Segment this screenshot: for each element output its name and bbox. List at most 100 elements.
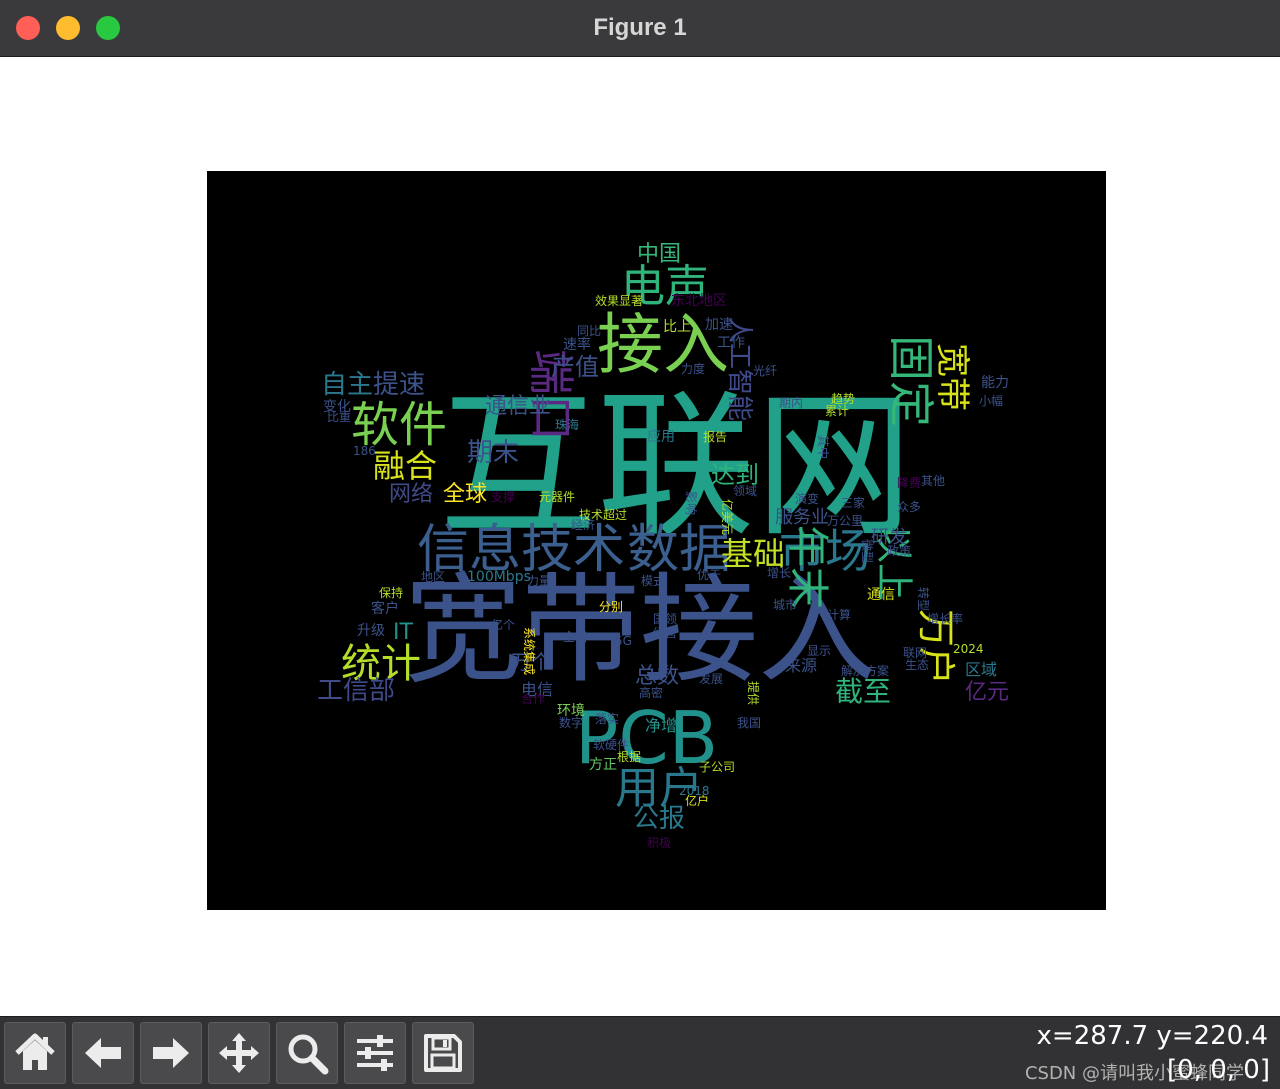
wordcloud-word: 速率 xyxy=(563,336,591,353)
wordcloud-word: 工作 xyxy=(717,335,745,351)
cursor-coordinates: x=287.7 y=220.4 xyxy=(1036,1021,1268,1051)
wordcloud-word: 领域 xyxy=(733,484,757,498)
wordcloud-word: 2024 xyxy=(953,642,984,656)
wordcloud-word: 系统集成 xyxy=(522,627,537,675)
configure-subplots-button[interactable] xyxy=(344,1022,406,1084)
wordcloud-word: 增长 xyxy=(767,566,791,580)
wordcloud-word: 解决方案 xyxy=(841,663,889,678)
wordcloud-word: 方正 xyxy=(589,757,617,773)
wordcloud-word: 小幅 xyxy=(979,393,1003,408)
wordcloud-word: 5G xyxy=(615,634,632,648)
pan-button[interactable] xyxy=(208,1022,270,1084)
title-bar: Figure 1 xyxy=(0,0,1280,57)
wordcloud-word: 生态 xyxy=(905,658,929,672)
wordcloud-word: 落实 xyxy=(595,711,619,726)
wordcloud-word: 高密 xyxy=(639,685,663,700)
wordcloud-word: 光纤 xyxy=(753,364,777,378)
wordcloud-word: 优于 xyxy=(697,568,721,582)
wordcloud-word: 地区 xyxy=(421,570,445,584)
wordcloud-word: 分别 xyxy=(599,600,623,614)
wordcloud-word: 期末 xyxy=(467,438,519,468)
wordcloud-word: 比上 xyxy=(663,319,691,335)
configure-subplots-icon xyxy=(357,1035,393,1071)
wordcloud-word: 186 xyxy=(353,444,376,458)
wordcloud-word: 融合 xyxy=(373,447,437,485)
wordcloud-word: 根据 xyxy=(617,750,641,764)
wordcloud-word: 客户 xyxy=(371,600,399,617)
wordcloud-word: 工信部 xyxy=(317,676,395,706)
wordcloud-word: 力量 xyxy=(527,574,551,588)
wordcloud-word: 我国 xyxy=(737,716,761,730)
window-title: Figure 1 xyxy=(593,14,687,41)
wordcloud-word: 应用 xyxy=(647,428,675,445)
home-button[interactable] xyxy=(4,1022,66,1084)
wordcloud-word: 通信 xyxy=(867,587,895,603)
wordcloud-word: 净增 xyxy=(645,716,677,735)
wordcloud-word: 宽带 xyxy=(932,343,972,411)
wordcloud-word: 区域 xyxy=(965,660,997,679)
wordcloud-word: 固定 xyxy=(884,335,938,427)
wordcloud-word: 亿个 xyxy=(491,617,515,632)
wordcloud-word: 累计 xyxy=(825,404,849,418)
wordcloud-word: 能力 xyxy=(981,375,1009,391)
wordcloud-word: 全球 xyxy=(443,482,487,507)
wordcloud-word: 100Mbps xyxy=(467,569,531,585)
wordcloud-word: 转型 xyxy=(916,587,931,611)
wordcloud-word: 亿户 xyxy=(685,793,709,808)
wordcloud-word: 三家 xyxy=(841,495,865,510)
wordcloud-word: 公报 xyxy=(633,804,685,834)
zoom-icon xyxy=(288,1034,329,1075)
wordcloud-word: 力度 xyxy=(681,361,705,376)
wordcloud-word: 子公司 xyxy=(699,760,735,774)
forward-button[interactable] xyxy=(140,1022,202,1084)
wordcloud-word: 提速 xyxy=(373,370,425,400)
wordcloud-word: 支撑 xyxy=(491,489,515,504)
save-button[interactable] xyxy=(412,1022,474,1084)
wordcloud-word: 报告 xyxy=(703,429,727,444)
wordcloud-word: 东北地区 xyxy=(671,293,727,309)
wordcloud-word: 其中 xyxy=(816,435,831,459)
wordcloud-word: 同比 xyxy=(577,324,601,338)
wordcloud-word: 降费 xyxy=(897,476,921,490)
wordcloud-word: 提供 xyxy=(746,681,761,705)
wordcloud-word: 亿元 xyxy=(965,680,1009,705)
wordcloud-word: 元器件 xyxy=(539,490,575,504)
wordcloud-image: 互联网 宽带接入 信息技术 数据 接入 PCB 市场 电声 软件 固定 端口 用户 年末 以上 万户 宽带 人工… xyxy=(207,171,1106,910)
pixel-rgb-value: [0, 0, 0] xyxy=(1167,1055,1270,1085)
wordcloud-word: 政策 xyxy=(887,544,911,558)
wordcloud-word: 比重 xyxy=(327,410,351,424)
wordcloud-word: 城市 xyxy=(773,597,797,612)
wordcloud-word: 保持 xyxy=(379,585,403,600)
back-button[interactable] xyxy=(72,1022,134,1084)
home-icon xyxy=(15,1033,55,1070)
wordcloud-word: 显示 xyxy=(807,644,831,658)
wordcloud-word: 数字 xyxy=(559,715,583,730)
wordcloud-word: 通信业 xyxy=(485,394,551,419)
wordcloud-word: 合作 xyxy=(521,691,545,706)
wordcloud-word: 影响 xyxy=(684,491,699,515)
wordcloud-word: 亿美元 xyxy=(720,499,735,535)
wordcloud-word: 效果显著 xyxy=(595,293,643,308)
wordcloud-word: 其他 xyxy=(921,474,945,488)
back-arrow-icon xyxy=(85,1038,121,1068)
wordcloud-word: 计算 xyxy=(827,607,851,622)
wordcloud-word: 期内 xyxy=(779,396,803,410)
wordcloud-word: 经营 xyxy=(653,626,677,640)
wordcloud-word: 发展 xyxy=(699,671,723,686)
wordcloud-word: 经济 xyxy=(571,517,595,532)
wordcloud-word: 珠海 xyxy=(555,417,579,432)
wordcloud-word: 来源 xyxy=(785,656,817,675)
wordcloud-word: 国领 xyxy=(653,612,677,626)
wordcloud-word: 全国 xyxy=(563,629,587,644)
zoom-button[interactable] xyxy=(276,1022,338,1084)
wordcloud-word: 模式 xyxy=(641,574,665,588)
wordcloud-word: 中国 xyxy=(637,242,681,267)
wordcloud-word: 网络 xyxy=(389,482,433,507)
save-icon xyxy=(424,1034,462,1072)
wordcloud-word: 自主 xyxy=(321,370,373,400)
move-icon xyxy=(219,1033,259,1073)
navigation-toolbar: CSDN @请叫我小蜜蜂同学 x=287.7 y=220.4 [0, 0, 0] xyxy=(0,1016,1280,1089)
wordcloud-word: 增长率 xyxy=(927,611,963,626)
wordcloud-word: 服务业 xyxy=(775,507,829,528)
wordcloud-word: 加速 xyxy=(705,317,733,333)
